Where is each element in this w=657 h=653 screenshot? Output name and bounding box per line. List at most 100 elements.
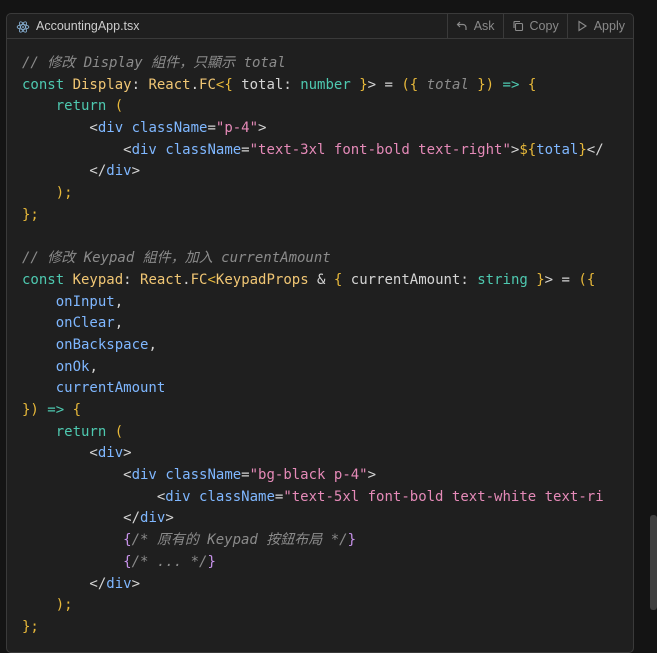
code-token: const	[22, 76, 73, 93]
code-token: =	[207, 120, 216, 137]
code-line: <div className="text-3xl font-bold text-…	[22, 140, 633, 162]
code-token: FC	[190, 271, 208, 288]
code-token: }	[350, 76, 368, 93]
code-token: ({	[578, 271, 596, 288]
code-line: <div>	[22, 443, 633, 465]
apply-button[interactable]: Apply	[566, 14, 633, 38]
code-token: "text-5xl font-bold text-white text-ri	[283, 488, 604, 505]
code-token: total	[232, 76, 284, 93]
code-token: };	[22, 206, 39, 223]
code-token: {	[22, 532, 132, 549]
code-token: onInput	[22, 293, 115, 310]
code-token: ,	[114, 315, 124, 332]
code-line: // 修改 Keypad 組件，加入 currentAmount	[22, 248, 633, 270]
code-token: <	[22, 467, 132, 484]
code-token: {	[72, 402, 82, 418]
code-line: onClear,	[22, 313, 633, 335]
code-token: "bg-black p-4"	[249, 467, 368, 484]
code-token: > =	[367, 76, 402, 93]
code-token: >	[258, 120, 267, 137]
copy-button[interactable]: Copy	[502, 14, 567, 38]
code-token: "text-3xl font-bold text-right"	[249, 141, 511, 158]
code-line: </div>	[22, 161, 633, 183]
code-token: ({	[401, 76, 427, 93]
code-token: >	[131, 163, 141, 180]
code-token: onOk	[22, 358, 90, 375]
code-token: string	[477, 271, 528, 288]
code-token: :	[460, 271, 478, 288]
code-token: // 修改 Display 組件，只顯示 total	[22, 55, 286, 71]
code-line: onOk,	[22, 357, 633, 379]
code-token: );	[22, 597, 73, 614]
code-token: >	[367, 467, 377, 484]
apply-label: Apply	[593, 19, 625, 33]
code-token: div	[106, 575, 132, 592]
code-token: =	[241, 467, 250, 484]
code-token: ,	[114, 293, 124, 310]
code-token: className	[165, 467, 242, 484]
file-tab: AccountingApp.tsx	[7, 19, 140, 33]
code-token: }	[527, 271, 545, 288]
code-token: "p-4"	[215, 120, 259, 137]
reply-icon	[456, 21, 467, 30]
code-content: // 修改 Display 組件，只顯示 total const Display:…	[22, 53, 633, 639]
code-token: > =	[544, 271, 579, 288]
code-token: div	[106, 163, 132, 180]
code-token: <	[22, 488, 166, 505]
code-token: <{	[215, 76, 233, 93]
code-token: =>	[494, 76, 528, 93]
code-token: &	[308, 271, 334, 288]
code-token: return	[22, 423, 115, 440]
code-token: :	[283, 76, 301, 93]
code-token: ,	[89, 358, 98, 375]
code-token: div	[97, 120, 124, 137]
code-token: })	[468, 76, 495, 93]
code-token: };	[22, 618, 39, 635]
code-token: >	[165, 510, 174, 527]
code-token: {	[22, 553, 132, 570]
code-token: <	[22, 141, 132, 158]
code-token: onBackspace	[22, 336, 149, 353]
code-line: <div className="p-4">	[22, 118, 633, 140]
code-line: };	[22, 205, 633, 227]
code-token: <	[22, 120, 98, 137]
code-line: const Keypad: React.FC<KeypadProps & { c…	[22, 270, 633, 292]
code-token: :	[131, 76, 149, 93]
code-token: ${	[519, 141, 537, 158]
code-token: =	[241, 141, 250, 158]
code-token: =>	[38, 402, 73, 418]
ask-button[interactable]: Ask	[446, 14, 503, 38]
code-token: </	[22, 575, 107, 592]
code-token: /* 原有的 Keypad 按鈕布局 */	[131, 532, 348, 549]
code-line: );	[22, 595, 633, 617]
play-icon	[578, 20, 587, 32]
code-actions: Ask Copy Apply	[446, 14, 633, 38]
code-line: // 修改 Display 組件，只顯示 total	[22, 53, 633, 75]
code-token: total	[426, 76, 469, 93]
code-line: );	[22, 183, 633, 205]
vertical-scrollbar[interactable]	[650, 515, 657, 610]
code-line: </div>	[22, 508, 633, 530]
code-token: );	[22, 185, 73, 202]
copy-icon	[512, 20, 523, 32]
copy-label: Copy	[529, 19, 559, 33]
code-token: number	[300, 76, 351, 93]
react-icon	[16, 19, 30, 33]
code-token: </	[22, 510, 141, 527]
code-token: React	[148, 76, 191, 93]
code-token: React	[140, 271, 183, 288]
code-token: </	[586, 141, 604, 158]
code-line: {/* ... */}	[22, 552, 633, 574]
code-line: </div>	[22, 574, 633, 596]
code-token: ,	[148, 336, 157, 353]
code-line: return (	[22, 422, 633, 444]
code-line: {/* 原有的 Keypad 按鈕布局 */}	[22, 530, 633, 552]
code-token: .	[182, 271, 191, 288]
code-token: <	[22, 445, 98, 462]
code-line: }) => {	[22, 400, 633, 422]
code-token: }	[207, 553, 216, 570]
code-line: <div className="text-5xl font-bold text-…	[22, 487, 633, 509]
code-token: FC	[199, 76, 216, 93]
